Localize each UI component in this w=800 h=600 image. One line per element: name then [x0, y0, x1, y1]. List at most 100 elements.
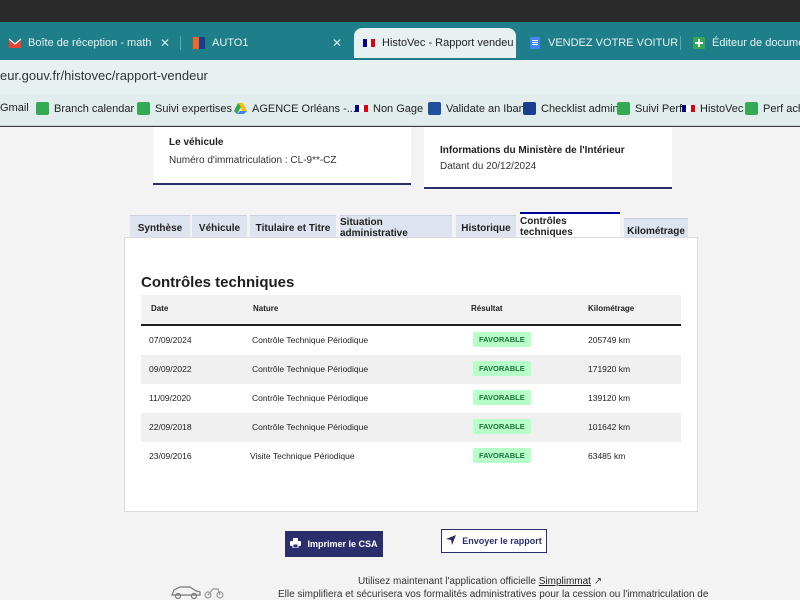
bookmark-label: Gmail [0, 102, 29, 114]
ministry-date: Datant du 20/12/2024 [440, 161, 537, 172]
col-km: Kilométrage [588, 304, 635, 313]
close-icon[interactable]: ✕ [152, 36, 170, 50]
table-row: 22/09/2018 Contrôle Technique Périodique… [141, 413, 681, 442]
vehicle-card-title: Le véhicule [169, 137, 224, 148]
table-header: Date Nature Résultat Kilométrage [141, 295, 681, 326]
browser-tab-vendez[interactable]: VENDEZ VOTRE VOITURE ✕ [520, 28, 678, 58]
row-km: 101642 km [588, 422, 631, 432]
plus-doc-icon [36, 102, 49, 115]
registration-number: Numéro d'immatriculation : CL-9**-CZ [169, 155, 337, 166]
status-badge: FAVORABLE [473, 448, 531, 463]
row-km: 205749 km [588, 335, 631, 345]
tab-label: VENDEZ VOTRE VOITURE [548, 37, 678, 49]
status-badge: FAVORABLE [473, 419, 531, 434]
tab-label: HistoVec - Rapport vendeu [382, 37, 514, 49]
bookmark-label: Validate an Iban [446, 102, 525, 115]
table-row: 09/09/2022 Contrôle Technique Périodique… [141, 355, 681, 384]
table-row: 23/09/2016 Visite Technique Périodique F… [141, 442, 681, 471]
browser-tab-histovec[interactable]: HistoVec - Rapport vendeu ✕ [354, 28, 516, 58]
status-badge: FAVORABLE [473, 390, 531, 405]
controles-table: Date Nature Résultat Kilométrage 07/09/2… [141, 295, 681, 471]
bookmark-branch-calendar[interactable]: Branch calendar [36, 102, 134, 115]
promo-text: Utilisez maintenant l'application offici… [358, 576, 539, 587]
tab-separator [180, 36, 181, 50]
tab-label: Boîte de réception - math [28, 37, 152, 49]
bookmark-non-gage[interactable]: Non Gage [355, 102, 423, 115]
close-icon[interactable]: ✕ [324, 36, 342, 50]
bookmark-histovec[interactable]: HistoVec [682, 102, 743, 115]
doc-icon [528, 36, 542, 50]
browser-tab-strip: Boîte de réception - math ✕ AUTO1 ✕ Hist… [0, 22, 800, 60]
simplimmat-description: Elle simplifiera et sécurisera vos forma… [278, 589, 709, 600]
plus-doc-icon [137, 102, 150, 115]
send-report-button[interactable]: Envoyer le rapport [441, 529, 547, 553]
external-link-icon: ↗ [593, 576, 603, 587]
col-nature: Nature [253, 304, 279, 313]
bookmark-label: Checklist admin [541, 102, 619, 115]
bookmark-validate-iban[interactable]: Validate an Iban [428, 102, 525, 115]
bookmark-perf-achete[interactable]: Perf achete [745, 102, 800, 115]
row-date: 23/09/2016 [149, 451, 192, 461]
gmail-icon [8, 36, 22, 50]
bookmark-label: Perf achete [763, 102, 800, 115]
printer-icon [290, 537, 302, 551]
row-km: 63485 km [588, 451, 626, 461]
send-report-label: Envoyer le rapport [462, 536, 542, 546]
plus-doc-icon [745, 102, 758, 115]
close-icon[interactable]: ✕ [513, 36, 516, 50]
french-flag-icon [682, 102, 695, 115]
col-date: Date [151, 304, 169, 313]
drive-icon [234, 102, 247, 115]
tab-label: Éditeur de documents d [712, 37, 800, 49]
row-km: 139120 km [588, 393, 631, 403]
status-badge: FAVORABLE [473, 361, 531, 376]
browser-tab-auto1[interactable]: AUTO1 ✕ [184, 28, 350, 58]
row-km: 171920 km [588, 364, 631, 374]
row-date: 11/09/2020 [149, 393, 191, 403]
bookmark-label: Suivi expertises [155, 102, 233, 115]
page-content: Le véhicule Numéro d'immatriculation : C… [0, 127, 800, 600]
bookmark-suivi-perf[interactable]: Suivi Perf [617, 102, 682, 115]
send-icon [446, 534, 457, 548]
bookmark-suivi-expertises[interactable]: Suivi expertises [137, 102, 232, 115]
ministry-card-title: Informations du Ministère de l'Intérieur [440, 145, 625, 156]
bookmark-label: HistoVec [700, 102, 744, 115]
auto1-icon [192, 36, 206, 50]
address-bar: eur.gouv.fr/histovec/rapport-vendeur [0, 60, 800, 94]
tab-controles-techniques[interactable]: Contrôles techniques [520, 212, 620, 240]
url-field[interactable]: eur.gouv.fr/histovec/rapport-vendeur [0, 68, 208, 83]
bookmark-gmail[interactable]: Gmail [0, 102, 29, 114]
form-icon [523, 102, 536, 115]
table-row: 07/09/2024 Contrôle Technique Périodique… [141, 326, 681, 355]
simplimmat-promo: Utilisez maintenant l'application offici… [358, 576, 602, 587]
controles-panel: Contrôles techniques Date Nature Résulta… [124, 237, 698, 512]
simplimmat-link[interactable]: Simplimmat [539, 576, 591, 587]
french-flag-icon [362, 36, 376, 50]
french-flag-icon [355, 102, 368, 115]
iban-icon [428, 102, 441, 115]
bookmark-checklist-admin[interactable]: Checklist admin [523, 102, 619, 115]
row-date: 09/09/2022 [149, 364, 192, 374]
page-title: Contrôles techniques [141, 274, 295, 291]
plus-doc-icon [617, 102, 630, 115]
vehicles-illustration-icon [170, 582, 226, 600]
row-nature: Contrôle Technique Périodique [252, 393, 369, 403]
row-date: 07/09/2024 [149, 335, 192, 345]
col-result: Résultat [471, 304, 503, 313]
browser-tab-editeur[interactable]: Éditeur de documents d [684, 28, 800, 58]
row-nature: Visite Technique Périodique [250, 451, 355, 461]
row-date: 22/09/2018 [149, 422, 192, 432]
bookmark-label: Non Gage [373, 102, 424, 115]
bookmark-agence-orleans[interactable]: AGENCE Orléans -... [234, 102, 356, 115]
row-nature: Contrôle Technique Périodique [252, 335, 369, 345]
print-csa-button[interactable]: Imprimer le CSA [285, 531, 383, 557]
bookmarks-bar: Gmail Branch calendar Suivi expertises A… [0, 94, 800, 126]
tab-label: AUTO1 [212, 37, 249, 49]
bookmark-label: Branch calendar [54, 102, 135, 115]
tab-separator [680, 36, 681, 50]
status-badge: FAVORABLE [473, 332, 531, 347]
browser-tab-gmail[interactable]: Boîte de réception - math ✕ [0, 28, 178, 58]
bookmark-label: AGENCE Orléans -... [252, 102, 356, 115]
row-nature: Contrôle Technique Périodique [252, 364, 369, 374]
plus-doc-icon [692, 36, 706, 50]
